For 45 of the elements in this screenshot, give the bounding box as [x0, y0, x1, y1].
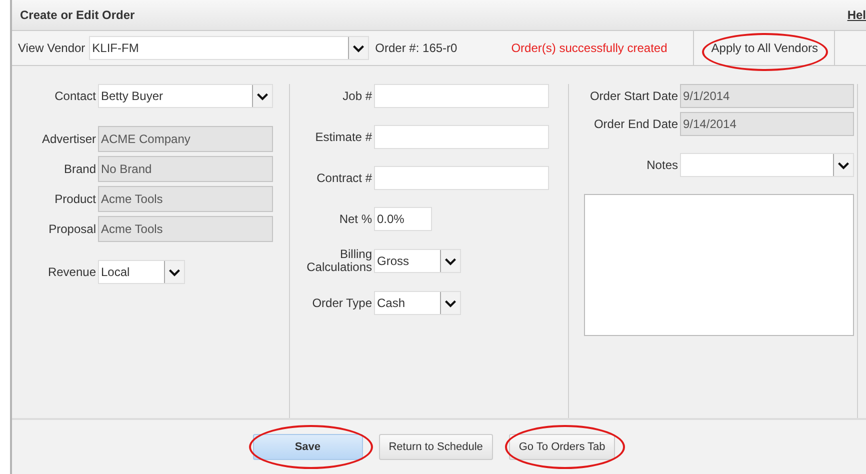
field-label: Proposal	[48, 222, 96, 236]
chevron-icon[interactable]	[348, 37, 368, 59]
footer-button[interactable]: Return to Schedule	[378, 434, 493, 460]
dropdown[interactable]: Gross	[374, 249, 461, 273]
chevron-icon[interactable]	[833, 154, 853, 176]
field-label: Order End Date	[592, 118, 678, 130]
field-label: Brand	[62, 162, 96, 176]
field-label: Job #	[342, 90, 372, 102]
field-label: Advertiser	[40, 132, 96, 146]
input-field[interactable]	[374, 166, 549, 190]
apply-button[interactable]: Apply to All Vendors	[711, 38, 818, 58]
field-label: Notes	[646, 158, 678, 172]
field-label: Billing Calculations	[306, 248, 372, 274]
dropdown[interactable]: Local	[98, 260, 185, 284]
readonly-field: Acme Tools	[98, 216, 273, 242]
readonly-field: 9/14/2014	[680, 112, 854, 136]
readonly-field: ACME Company	[98, 126, 273, 152]
chevron-icon[interactable]	[440, 292, 460, 314]
readonly-field: No Brand	[98, 156, 273, 182]
chevron-icon[interactable]	[252, 85, 272, 107]
dropdown[interactable]: Betty Buyer	[98, 84, 273, 108]
help-link[interactable]: Hel	[847, 8, 866, 22]
field-label: View Vendor	[18, 41, 86, 55]
field-label: Net %	[338, 212, 372, 226]
footer-button[interactable]: Go To Orders Tab	[508, 434, 616, 460]
field-label: Contact	[54, 90, 96, 102]
dropdown[interactable]: Cash	[374, 291, 461, 315]
field-label: Order Start Date	[588, 90, 678, 102]
vendor-dropdown[interactable]: KLIF-FM	[89, 36, 370, 60]
field-label: Order Type	[311, 296, 372, 310]
order-number: Order #: 165-r0	[375, 41, 458, 55]
readonly-field: 9/1/2014	[680, 84, 854, 108]
field-label: Product	[54, 192, 96, 206]
chevron-icon[interactable]	[440, 250, 460, 272]
window-title: Create or Edit Order	[20, 8, 135, 22]
footer-button[interactable]: Save	[252, 434, 363, 460]
input-field[interactable]: 0.0%	[374, 207, 432, 231]
readonly-field: Acme Tools	[98, 186, 273, 212]
chevron-icon[interactable]	[164, 261, 184, 283]
field-label: Contract #	[316, 172, 372, 184]
field-label: Estimate #	[314, 130, 372, 144]
status-message: Order(s) successfully created	[511, 41, 668, 55]
input-field[interactable]	[374, 84, 549, 108]
field-label: Revenue	[46, 266, 96, 278]
input-field[interactable]	[374, 125, 549, 149]
